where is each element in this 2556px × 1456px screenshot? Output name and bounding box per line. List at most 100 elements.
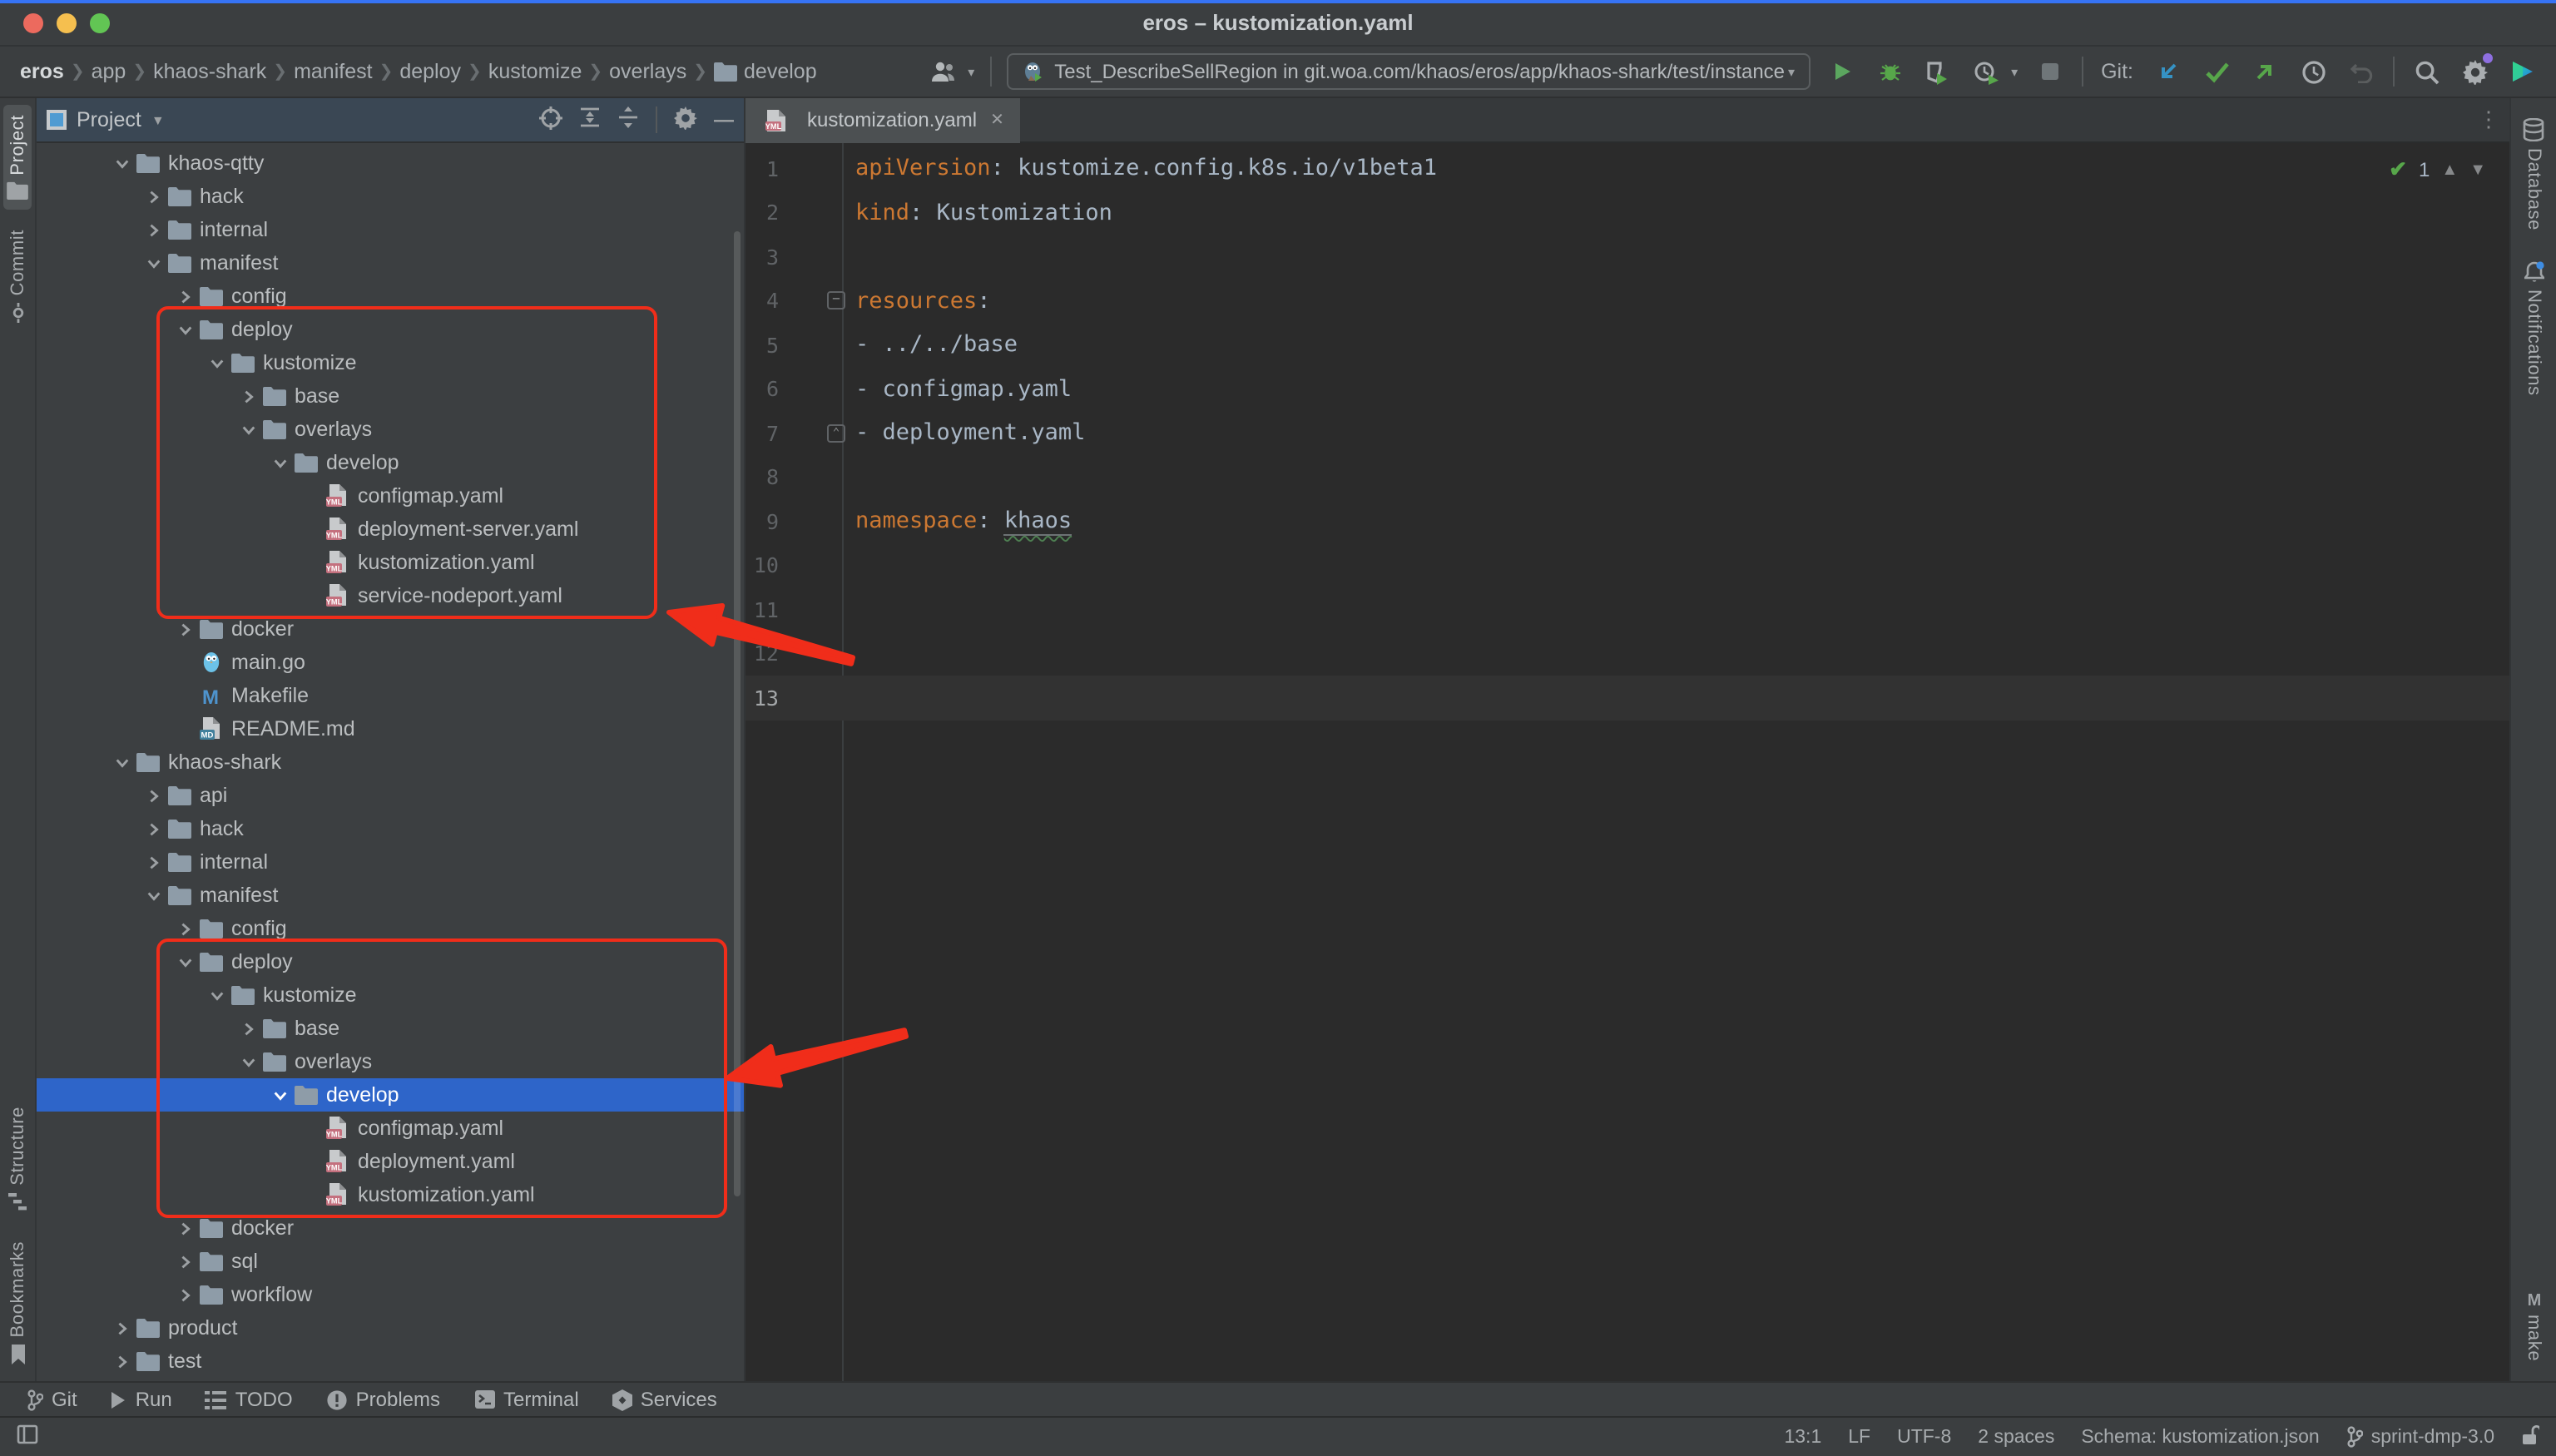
breadcrumb-item-app[interactable]: app xyxy=(88,60,130,83)
chevron-right-icon[interactable] xyxy=(236,389,260,404)
caret-position[interactable]: 13:1 xyxy=(1784,1427,1821,1447)
chevron-down-icon[interactable] xyxy=(173,954,196,969)
collapse-all-icon[interactable] xyxy=(617,106,639,133)
debug-button[interactable] xyxy=(1873,55,1906,88)
chevron-down-icon[interactable] xyxy=(173,322,196,337)
users-icon[interactable] xyxy=(926,55,959,88)
tool-stripe-tab-structure[interactable]: Structure xyxy=(4,1097,31,1222)
inspections-widget[interactable]: ✔ 1 ▲ ▼ xyxy=(2389,156,2486,183)
code-editor[interactable]: 1apiVersion: kustomize.config.k8s.io/v1b… xyxy=(746,143,2509,1381)
tree-row-main.go[interactable]: main.go xyxy=(37,646,744,679)
tool-window-button-problems[interactable]: Problems xyxy=(313,1383,453,1416)
code-line-4[interactable]: 4−resources: xyxy=(746,279,2509,323)
run-with-coverage-button[interactable] xyxy=(1921,55,1954,88)
code-line-8[interactable]: 8 xyxy=(746,455,2509,499)
tab-close-icon[interactable]: ✕ xyxy=(990,111,1004,129)
locate-file-icon[interactable] xyxy=(539,106,562,134)
tool-window-button-run[interactable]: Run xyxy=(97,1383,186,1416)
tree-row-manifest[interactable]: manifest xyxy=(37,246,744,280)
tree-row-base[interactable]: base xyxy=(37,1012,744,1045)
tool-stripe-tab-bookmarks[interactable]: Bookmarks xyxy=(4,1232,31,1374)
tool-stripe-tab-make[interactable]: Mmake xyxy=(2520,1280,2547,1371)
file-encoding[interactable]: UTF-8 xyxy=(1897,1427,1951,1447)
toggle-tool-windows-icon[interactable] xyxy=(17,1424,38,1449)
maximize-window-button[interactable] xyxy=(90,13,110,33)
tree-row-workflow[interactable]: workflow xyxy=(37,1278,744,1311)
tree-row-hack[interactable]: hack xyxy=(37,180,744,213)
tool-stripe-tab-database[interactable]: Database xyxy=(2519,108,2548,240)
chevron-down-icon[interactable] xyxy=(141,255,165,270)
tree-row-kustomize[interactable]: kustomize xyxy=(37,978,744,1012)
chevron-right-icon[interactable] xyxy=(173,622,196,636)
project-panel-title[interactable]: Project ▼ xyxy=(47,108,165,131)
history-clock-icon[interactable] xyxy=(2296,55,2330,88)
profiler-button[interactable] xyxy=(1969,55,2003,88)
settings-gear-icon[interactable] xyxy=(2458,55,2491,88)
search-everywhere-icon[interactable] xyxy=(2410,55,2443,88)
chevron-right-icon[interactable] xyxy=(110,1320,133,1335)
chevron-right-icon[interactable] xyxy=(173,289,196,304)
breadcrumb-item-deploy[interactable]: deploy xyxy=(396,60,464,83)
tool-window-button-terminal[interactable]: Terminal xyxy=(460,1383,592,1416)
chevron-right-icon[interactable] xyxy=(173,1287,196,1302)
chevron-right-icon[interactable] xyxy=(110,1354,133,1369)
chevron-right-icon[interactable] xyxy=(236,1021,260,1036)
chevron-down-icon[interactable] xyxy=(205,988,228,1003)
chevron-right-icon[interactable] xyxy=(141,854,165,869)
tree-row-kustomization.yaml[interactable]: YMLkustomization.yaml xyxy=(37,546,744,579)
tree-row-docker[interactable]: docker xyxy=(37,612,744,646)
tree-row-kustomize[interactable]: kustomize xyxy=(37,346,744,379)
tree-row-khaos-qtty[interactable]: khaos-qtty xyxy=(37,146,744,180)
breadcrumb-item-develop[interactable]: develop xyxy=(711,60,820,83)
breadcrumb-item-manifest[interactable]: manifest xyxy=(290,60,376,83)
editor-options-kebab-icon[interactable]: ⋮ xyxy=(2478,106,2499,133)
tree-row-api[interactable]: api xyxy=(37,779,744,812)
tree-row-develop[interactable]: develop xyxy=(37,1078,744,1112)
tree-row-manifest[interactable]: manifest xyxy=(37,879,744,912)
tree-scrollbar[interactable] xyxy=(734,231,741,1196)
tool-window-button-todo[interactable]: TODO xyxy=(192,1383,306,1416)
chevron-down-icon[interactable] xyxy=(236,1054,260,1069)
tree-row-deployment.yaml[interactable]: YMLdeployment.yaml xyxy=(37,1145,744,1178)
code-line-1[interactable]: 1apiVersion: kustomize.config.k8s.io/v1b… xyxy=(746,146,2509,191)
tree-row-README.md[interactable]: MDREADME.md xyxy=(37,712,744,745)
tree-row-deploy[interactable]: deploy xyxy=(37,313,744,346)
chevron-down-icon[interactable] xyxy=(268,455,291,470)
chevron-right-icon[interactable] xyxy=(173,921,196,936)
tab-kustomization-yaml[interactable]: YML kustomization.yaml ✕ xyxy=(746,97,1021,142)
tool-stripe-tab-project[interactable]: Project xyxy=(3,105,32,210)
git-push-icon[interactable] xyxy=(2248,55,2281,88)
tool-stripe-tab-notifications[interactable]: Notifications xyxy=(2520,250,2547,405)
code-line-12[interactable]: 12 xyxy=(746,631,2509,676)
project-view-dropdown-caret[interactable]: ▼ xyxy=(151,112,165,127)
tree-row-kustomization.yaml[interactable]: YMLkustomization.yaml xyxy=(37,1178,744,1211)
tree-row[interactable] xyxy=(37,1378,744,1381)
close-window-button[interactable] xyxy=(23,13,43,33)
expand-all-icon[interactable] xyxy=(579,106,601,133)
tree-row-overlays[interactable]: overlays xyxy=(37,1045,744,1078)
tree-row-Makefile[interactable]: MMakefile xyxy=(37,679,744,712)
chevron-right-icon[interactable] xyxy=(141,821,165,836)
users-dropdown-caret[interactable]: ▾ xyxy=(968,64,974,79)
tree-row-deploy[interactable]: deploy xyxy=(37,945,744,978)
tree-row-config[interactable]: config xyxy=(37,912,744,945)
tree-row-configmap.yaml[interactable]: YMLconfigmap.yaml xyxy=(37,1112,744,1145)
panel-settings-gear-icon[interactable] xyxy=(674,106,697,134)
code-line-11[interactable]: 11 xyxy=(746,587,2509,631)
chevron-down-icon[interactable] xyxy=(205,355,228,370)
code-line-6[interactable]: 6- configmap.yaml xyxy=(746,367,2509,411)
next-problem-icon[interactable]: ▼ xyxy=(2469,161,2486,179)
tree-row-deployment-server.yaml[interactable]: YMLdeployment-server.yaml xyxy=(37,513,744,546)
run-button[interactable] xyxy=(1825,55,1858,88)
prev-problem-icon[interactable]: ▲ xyxy=(2441,161,2458,179)
code-line-13[interactable]: 13 xyxy=(746,676,2509,720)
code-line-5[interactable]: 5- ../../base xyxy=(746,323,2509,367)
code-line-9[interactable]: 9namespace: khaos xyxy=(746,499,2509,543)
tree-row-develop[interactable]: develop xyxy=(37,446,744,479)
tree-row-config[interactable]: config xyxy=(37,280,744,313)
rollback-icon[interactable] xyxy=(2345,55,2378,88)
chevron-right-icon[interactable] xyxy=(173,1221,196,1236)
breadcrumb-item-overlays[interactable]: overlays xyxy=(606,60,690,83)
chevron-down-icon[interactable] xyxy=(268,1087,291,1102)
breadcrumb-item-khaos-shark[interactable]: khaos-shark xyxy=(150,60,270,83)
